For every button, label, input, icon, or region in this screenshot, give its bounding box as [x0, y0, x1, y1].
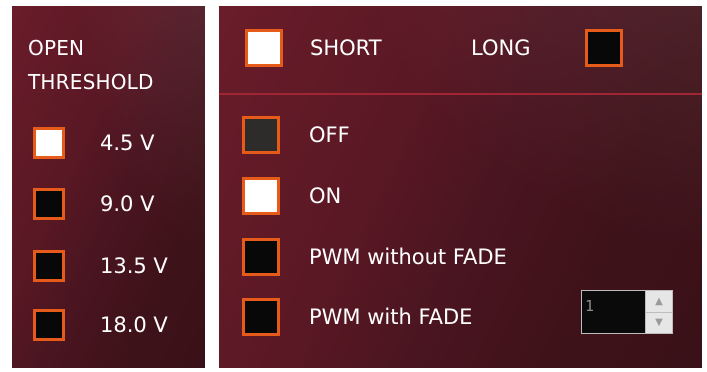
fade-value-input[interactable]: 1	[585, 297, 645, 327]
threshold-9-0v-checkbox[interactable]	[33, 188, 65, 220]
on-checkbox[interactable]	[242, 177, 280, 215]
threshold-title-line1: OPEN	[28, 36, 85, 60]
threshold-9-0v-label: 9.0 V	[100, 192, 155, 216]
short-label: SHORT	[310, 36, 382, 60]
short-checkbox[interactable]	[245, 29, 283, 67]
output-mode-panel: SHORT LONG OFF ON PWM without FADE PWM w…	[219, 6, 702, 368]
pwm-with-fade-label: PWM with FADE	[309, 305, 473, 329]
fade-stepper[interactable]: 1 ▲ ▼	[581, 290, 673, 334]
stepper-down-arrow-icon[interactable]: ▼	[646, 312, 672, 333]
stepper-up-arrow-icon[interactable]: ▲	[646, 291, 672, 313]
threshold-13-5v-label: 13.5 V	[100, 254, 168, 278]
open-threshold-panel: OPEN THRESHOLD 4.5 V 9.0 V 13.5 V 18.0 V	[12, 6, 205, 368]
threshold-18-0v-label: 18.0 V	[100, 313, 168, 337]
section-divider	[219, 93, 702, 95]
pwm-without-fade-checkbox[interactable]	[242, 238, 280, 276]
threshold-4-5v-checkbox[interactable]	[33, 127, 65, 159]
off-checkbox[interactable]	[242, 116, 280, 154]
fade-stepper-buttons: ▲ ▼	[645, 291, 672, 333]
long-checkbox[interactable]	[585, 29, 623, 67]
pwm-with-fade-checkbox[interactable]	[242, 298, 280, 336]
pwm-without-fade-label: PWM without FADE	[309, 245, 507, 269]
threshold-18-0v-checkbox[interactable]	[33, 309, 65, 341]
on-label: ON	[309, 184, 342, 208]
long-label: LONG	[471, 36, 531, 60]
threshold-4-5v-label: 4.5 V	[100, 131, 155, 155]
threshold-title-line2: THRESHOLD	[28, 70, 154, 94]
off-label: OFF	[309, 123, 350, 147]
threshold-13-5v-checkbox[interactable]	[33, 250, 65, 282]
